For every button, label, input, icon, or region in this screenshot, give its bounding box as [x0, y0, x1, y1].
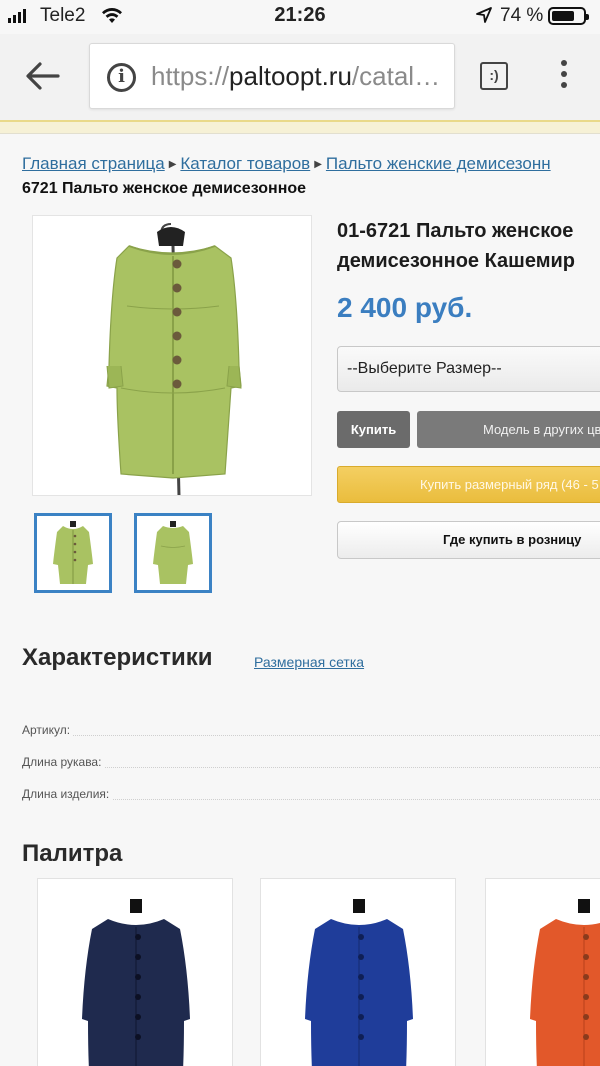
- thumbnail-front[interactable]: [34, 513, 112, 593]
- coat-orange-image: [530, 899, 600, 1066]
- product-price: 2 400 руб.: [337, 292, 473, 323]
- product-main-photo[interactable]: [32, 215, 312, 497]
- address-bar[interactable]: i https://paltoopt.ru/catal…: [89, 43, 455, 109]
- coat-blue-image: [305, 899, 413, 1066]
- specs-title: Характеристики: [22, 644, 213, 671]
- reader-mode-icon[interactable]: :): [480, 62, 508, 90]
- back-arrow-icon[interactable]: [22, 58, 62, 94]
- breadcrumb-catalog-link[interactable]: Каталог товаров: [180, 154, 310, 173]
- palette-item-blue[interactable]: [260, 878, 456, 1066]
- page-top-strip: [0, 120, 600, 134]
- breadcrumb-category-link[interactable]: Пальто женские демисезонн: [326, 154, 551, 173]
- spec-row-article: Артикул:: [22, 723, 600, 743]
- battery-percent: 74 %: [500, 5, 544, 26]
- breadcrumb-separator-icon: ▶: [168, 159, 177, 170]
- url-scheme: https://: [151, 61, 230, 91]
- location-arrow-icon: [476, 7, 492, 23]
- page-content: Главная страница ▶ Каталог товаров ▶ Пальто …: [0, 134, 600, 1066]
- spec-row-sleeve-length: Длина рукава:: [22, 755, 600, 775]
- url-host: paltoopt.ru: [229, 61, 352, 91]
- spec-label: Длина рукава:: [22, 755, 105, 769]
- product-title-line1: 01-6721 Пальто женское: [337, 220, 574, 242]
- spec-row-item-length: Длина изделия:: [22, 787, 600, 807]
- palette-item-navy[interactable]: [37, 878, 233, 1066]
- where-to-buy-retail-button[interactable]: Где купить в розницу: [337, 521, 600, 559]
- thumbnail-back[interactable]: [134, 513, 212, 593]
- spec-label: Длина изделия:: [22, 787, 113, 801]
- breadcrumb-current: 6721 Пальто женское демисезонное: [22, 180, 307, 197]
- buy-button[interactable]: Купить: [337, 411, 410, 448]
- other-colors-button[interactable]: Модель в других цве: [417, 411, 600, 448]
- palette-title: Палитра: [22, 840, 123, 867]
- status-bar: Tele2 21:26 74 %: [0, 0, 600, 34]
- spec-label: Артикул:: [22, 723, 74, 737]
- breadcrumb: Главная страница ▶ Каталог товаров ▶ Пальто …: [22, 154, 551, 174]
- breadcrumb-home-link[interactable]: Главная страница: [22, 154, 165, 173]
- buy-size-range-button[interactable]: Купить размерный ряд (46 - 5: [337, 466, 600, 503]
- browser-toolbar: i https://paltoopt.ru/catal… :): [0, 34, 600, 120]
- info-icon[interactable]: i: [107, 63, 136, 92]
- url-path: /catal…: [351, 61, 441, 91]
- more-menu-icon[interactable]: [556, 60, 572, 92]
- palette-item-orange[interactable]: [485, 878, 600, 1066]
- coat-image: [106, 223, 242, 497]
- url-text[interactable]: https://paltoopt.ru/catal…: [151, 61, 446, 92]
- coat-thumb-image: [153, 521, 193, 584]
- battery-icon: [548, 7, 589, 25]
- size-select[interactable]: --Выберите Размер--: [337, 346, 600, 392]
- product-title-line2: демисезонное Кашемир: [337, 250, 576, 272]
- product-title: 01-6721 Пальто женское демисезонное Каше…: [337, 216, 600, 276]
- coat-navy-image: [82, 899, 190, 1066]
- size-chart-link[interactable]: Размерная сетка: [254, 654, 364, 670]
- breadcrumb-separator-icon: ▶: [314, 159, 322, 170]
- coat-thumb-image: [53, 521, 93, 584]
